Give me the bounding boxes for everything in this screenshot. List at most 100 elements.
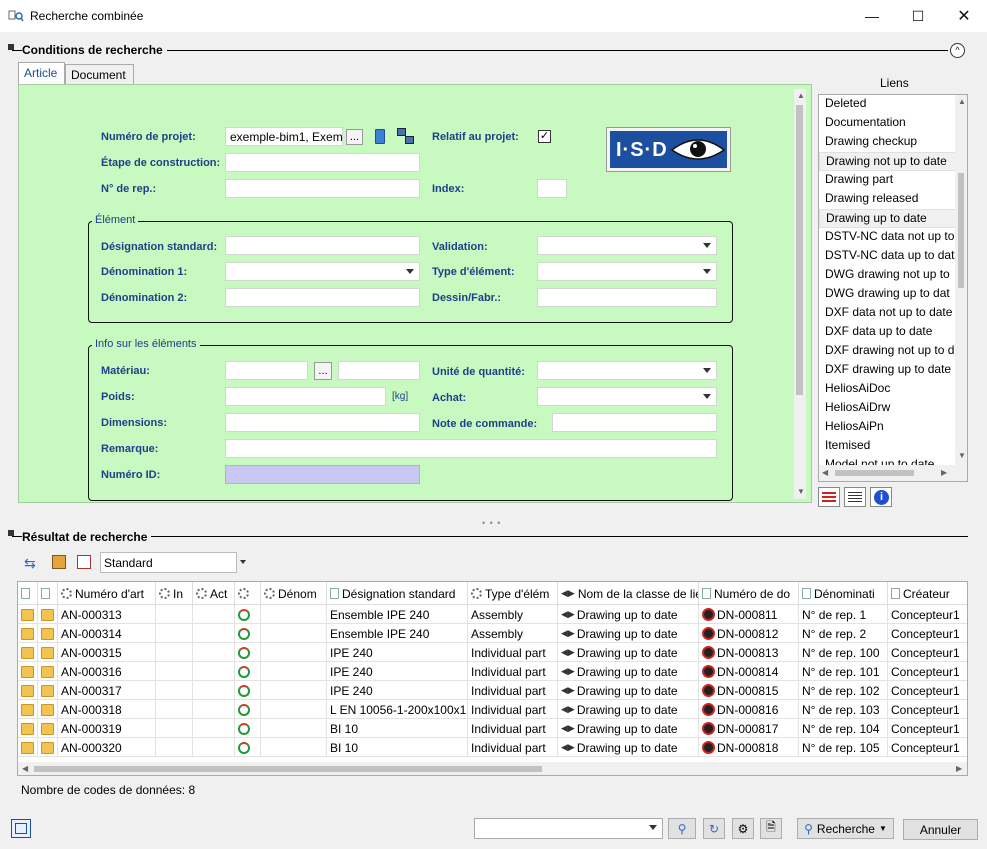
link-item[interactable]: DXF data not up to date xyxy=(819,304,967,323)
view-select[interactable]: Standard xyxy=(100,552,237,573)
rep-number-input[interactable] xyxy=(225,179,420,198)
standard-designation-input[interactable] xyxy=(225,236,420,255)
table-row[interactable]: AN-000315 IPE 240 Individual part ◀▶ Drawing… xyxy=(18,643,967,662)
scroll-right-icon[interactable]: ▶ xyxy=(956,764,962,773)
project-number-input[interactable]: exemple-bim1, Exem xyxy=(225,127,343,146)
construction-stage-input[interactable] xyxy=(225,153,420,172)
scroll-up-icon[interactable]: ▲ xyxy=(797,91,805,100)
book-icon[interactable] xyxy=(375,129,385,144)
purchase-select[interactable] xyxy=(537,387,717,406)
link-item[interactable]: DWG drawing not up to xyxy=(819,266,967,285)
table-row[interactable]: AN-000316 IPE 240 Individual part ◀▶ Drawing… xyxy=(18,662,967,681)
link-item[interactable]: HeliosAiDoc xyxy=(819,380,967,399)
cancel-button[interactable]: Annuler xyxy=(903,819,978,840)
grid-icon[interactable] xyxy=(844,487,866,507)
weight-input[interactable] xyxy=(225,387,386,406)
column-header[interactable]: Act xyxy=(193,582,235,605)
form-scrollbar[interactable]: ▲ ▼ xyxy=(794,89,806,499)
scroll-thumb[interactable] xyxy=(34,766,542,772)
links-hscrollbar[interactable]: ◀ ▶ xyxy=(819,465,967,481)
column-header[interactable]: Dénom xyxy=(261,582,327,605)
refresh-arrows-icon[interactable]: ⇆ xyxy=(24,555,36,572)
link-item[interactable]: Drawing part xyxy=(819,171,967,190)
minimize-button[interactable]: — xyxy=(849,0,895,32)
link-item[interactable]: Drawing released xyxy=(819,190,967,209)
link-item[interactable]: Itemised xyxy=(819,437,967,456)
column-header[interactable]: In xyxy=(156,582,193,605)
tab-article[interactable]: Article xyxy=(18,62,65,85)
splitter-handle[interactable]: • • • xyxy=(482,518,501,528)
column-header[interactable] xyxy=(18,582,38,605)
column-header[interactable]: Numéro de do xyxy=(699,582,799,605)
links-scrollbar[interactable]: ▲ ▼ xyxy=(955,95,967,465)
link-item[interactable]: DSTV-NC data not up to xyxy=(819,228,967,247)
tab-document[interactable]: Document xyxy=(65,64,134,85)
project-browse-button[interactable]: ... xyxy=(346,129,363,145)
scroll-thumb[interactable] xyxy=(958,173,964,288)
collapse-icon[interactable]: ^ xyxy=(950,43,965,58)
denomination1-select[interactable] xyxy=(225,262,420,281)
picture-icon[interactable] xyxy=(52,555,66,569)
quantity-unit-select[interactable] xyxy=(537,361,717,380)
link-item[interactable]: Deleted xyxy=(819,95,967,114)
relative-project-checkbox[interactable]: ✓ xyxy=(538,130,551,143)
drawing-input[interactable] xyxy=(537,288,717,307)
window-icon[interactable] xyxy=(11,819,31,838)
denomination2-input[interactable] xyxy=(225,288,420,307)
dimensions-input[interactable] xyxy=(225,413,420,432)
index-input[interactable] xyxy=(537,179,567,198)
maximize-button[interactable]: ☐ xyxy=(895,0,941,32)
link-item[interactable]: Documentation xyxy=(819,114,967,133)
scroll-up-icon[interactable]: ▲ xyxy=(958,97,966,106)
element-type-select[interactable] xyxy=(537,262,717,281)
table-row[interactable]: AN-000313 Ensemble IPE 240 Assembly ◀▶ Drawi… xyxy=(18,605,967,624)
scroll-down-icon[interactable]: ▼ xyxy=(797,487,805,496)
link-item[interactable]: DWG drawing up to dat xyxy=(819,285,967,304)
reset-button[interactable]: ↻ xyxy=(703,818,725,839)
scroll-left-icon[interactable]: ◀ xyxy=(22,764,28,773)
column-header[interactable]: Dénominati xyxy=(799,582,888,605)
grid-red-icon[interactable] xyxy=(818,487,840,507)
link-item[interactable]: DXF drawing up to date xyxy=(819,361,967,380)
column-header[interactable] xyxy=(38,582,58,605)
scroll-thumb[interactable] xyxy=(796,105,803,395)
link-item[interactable]: Drawing not up to date xyxy=(819,152,967,171)
column-header[interactable] xyxy=(235,582,261,605)
save-search-button[interactable]: ⚙ xyxy=(732,818,754,839)
network-icon[interactable] xyxy=(397,128,415,145)
scroll-thumb[interactable] xyxy=(835,470,914,476)
validation-select[interactable] xyxy=(537,236,717,255)
table-row[interactable]: AN-000314 Ensemble IPE 240 Assembly ◀▶ Drawi… xyxy=(18,624,967,643)
remark-input[interactable] xyxy=(225,439,717,458)
close-button[interactable]: ✕ xyxy=(941,0,987,32)
column-header[interactable]: ◀▶ Nom de la classe de lie xyxy=(558,582,699,605)
document-search-button[interactable]: 🗎 xyxy=(760,818,782,839)
column-header[interactable]: Type d'élém xyxy=(468,582,558,605)
info-icon[interactable]: i xyxy=(870,487,892,507)
table-row[interactable]: AN-000320 BI 10 Individual part ◀▶ Drawing u… xyxy=(18,738,967,757)
link-item[interactable]: DSTV-NC data up to dat xyxy=(819,247,967,266)
saved-search-select[interactable] xyxy=(474,818,663,839)
column-header[interactable]: Désignation standard xyxy=(327,582,468,605)
material-browse-button[interactable]: ... xyxy=(314,362,332,380)
table-row[interactable]: AN-000318 L EN 10056-1-200x100x12 Individu… xyxy=(18,700,967,719)
order-note-input[interactable] xyxy=(552,413,717,432)
chevron-down-icon[interactable] xyxy=(240,560,246,564)
scroll-right-icon[interactable]: ▶ xyxy=(941,468,947,477)
print-icon[interactable] xyxy=(77,555,91,569)
link-item[interactable]: Drawing checkup xyxy=(819,133,967,152)
table-row[interactable]: AN-000317 IPE 240 Individual part ◀▶ Drawing… xyxy=(18,681,967,700)
link-item[interactable]: HeliosAiDrw xyxy=(819,399,967,418)
material-input[interactable] xyxy=(225,361,308,380)
link-item[interactable]: HeliosAiPn xyxy=(819,418,967,437)
search-button[interactable]: ⚲ Recherche ▼ xyxy=(797,818,894,839)
link-item[interactable]: DXF drawing not up to d xyxy=(819,342,967,361)
link-item[interactable]: Drawing up to date xyxy=(819,209,967,228)
table-hscrollbar[interactable]: ◀ ▶ xyxy=(18,762,967,775)
column-header[interactable]: Créateur xyxy=(888,582,967,605)
table-row[interactable]: AN-000319 BI 10 Individual part ◀▶ Drawing u… xyxy=(18,719,967,738)
scroll-down-icon[interactable]: ▼ xyxy=(958,451,966,460)
search-options-button[interactable]: ⚲ xyxy=(668,818,696,839)
link-item[interactable]: DXF data up to date xyxy=(819,323,967,342)
material-desc-input[interactable] xyxy=(338,361,420,380)
